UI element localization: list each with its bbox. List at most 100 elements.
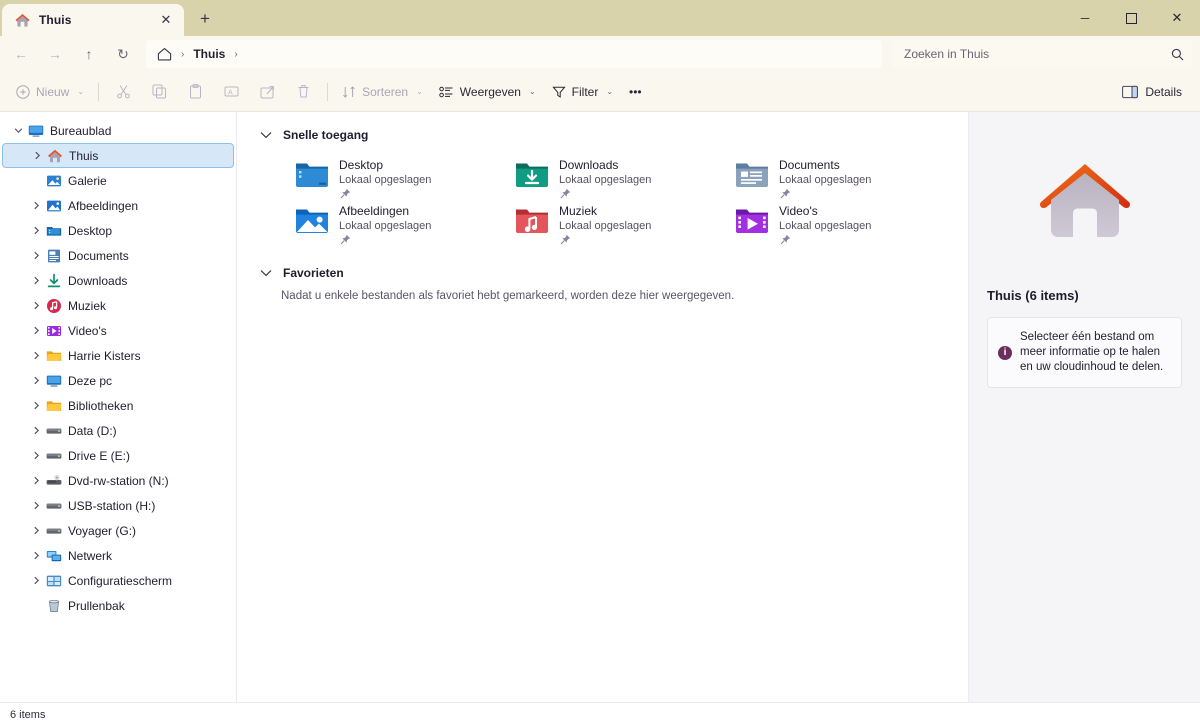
filter-button[interactable]: Filter ⌄	[544, 77, 621, 107]
favorites-header[interactable]: Favorieten	[253, 262, 968, 284]
minimize-button[interactable]: ─	[1062, 0, 1108, 36]
pc-icon	[46, 373, 68, 389]
up-button[interactable]: ↑	[72, 39, 106, 69]
pictures-folder-icon	[295, 205, 329, 235]
quick-access-tile[interactable]: Desktop Lokaal opgeslagen	[291, 152, 511, 199]
sidebar-item-label: Documents	[68, 248, 129, 263]
breadcrumb[interactable]: › Thuis ›	[146, 40, 882, 68]
more-button[interactable]: •••	[621, 77, 650, 107]
sidebar-item-downloads[interactable]: Downloads	[2, 268, 234, 293]
sidebar-item-afbeeldingen[interactable]: Afbeeldingen	[2, 193, 234, 218]
status-bar: 6 items	[0, 702, 1200, 726]
view-button-label: Weergeven	[459, 84, 521, 99]
chevron-right-icon[interactable]	[26, 451, 46, 460]
file-explorer-window: Thuis ✕ + ─ ✕ ← → ↑ ↻ › Thuis › Zoeken i…	[0, 0, 1200, 726]
chevron-right-icon[interactable]	[26, 351, 46, 360]
sidebar-item-label: Data (D:)	[68, 423, 117, 438]
breadcrumb-home-icon[interactable]	[154, 44, 174, 64]
sidebar-item-data-d[interactable]: Data (D:)	[2, 418, 234, 443]
sidebar-item-netwerk[interactable]: Netwerk	[2, 543, 234, 568]
sidebar-item-harrie-kisters[interactable]: Harrie Kisters	[2, 343, 234, 368]
chevron-down-icon: ⌄	[77, 87, 85, 96]
quick-access-grid: Desktop Lokaal opgeslagen Downloads Lokaal …	[253, 152, 968, 245]
share-button[interactable]	[249, 77, 285, 107]
chevron-right-icon[interactable]	[26, 576, 46, 585]
sidebar-item-dvd-rw-station-n[interactable]: Dvd-rw-station (N:)	[2, 468, 234, 493]
quick-access-title: Snelle toegang	[283, 128, 369, 142]
navigation-pane[interactable]: Bureaublad Thuis Galerie Afbeeldingen Deskto…	[0, 112, 237, 702]
sidebar-item-bibliotheken[interactable]: Bibliotheken	[2, 393, 234, 418]
chevron-right-icon[interactable]	[26, 376, 46, 385]
sidebar-item-configuratiescherm[interactable]: Configuratiescherm	[2, 568, 234, 593]
details-pane-label: Details	[1145, 84, 1182, 99]
new-button[interactable]: Nieuw ⌄	[8, 77, 92, 107]
search-box[interactable]: Zoeken in Thuis	[892, 40, 1192, 68]
sort-button[interactable]: Sorteren ⌄	[334, 77, 431, 107]
drive-icon	[46, 498, 68, 514]
paste-button[interactable]	[177, 77, 213, 107]
sidebar-item-documents[interactable]: Documents	[2, 243, 234, 268]
chevron-right-icon[interactable]	[26, 301, 46, 310]
copy-button[interactable]	[141, 77, 177, 107]
sidebar-item-galerie[interactable]: Galerie	[2, 168, 234, 193]
title-bar: Thuis ✕ + ─ ✕	[0, 0, 1200, 36]
chevron-right-icon[interactable]	[26, 526, 46, 535]
tab-thuis[interactable]: Thuis ✕	[2, 4, 184, 36]
chevron-right-icon[interactable]	[26, 326, 46, 335]
details-pane-toggle[interactable]: Details	[1114, 77, 1190, 107]
search-input[interactable]: Zoeken in Thuis	[904, 47, 1171, 61]
close-icon[interactable]: ✕	[154, 8, 178, 32]
chevron-right-icon[interactable]	[26, 501, 46, 510]
details-pane: Thuis (6 items) i Selecteer één bestand …	[968, 112, 1200, 702]
quick-access-header[interactable]: Snelle toegang	[253, 124, 968, 146]
new-tab-button[interactable]: +	[190, 4, 220, 34]
sidebar-item-prullenbak[interactable]: Prullenbak	[2, 593, 234, 618]
chevron-right-icon[interactable]	[26, 251, 46, 260]
sidebar-item-muziek[interactable]: Muziek	[2, 293, 234, 318]
chevron-down-icon[interactable]	[259, 269, 273, 277]
sidebar-item-label: Thuis	[69, 148, 99, 163]
documents-folder-icon	[735, 159, 769, 189]
tile-name: Muziek	[559, 204, 598, 218]
quick-access-tile[interactable]: Video's Lokaal opgeslagen	[731, 198, 951, 245]
chevron-down-icon[interactable]	[8, 126, 28, 135]
close-button[interactable]: ✕	[1154, 0, 1200, 36]
quick-access-tile[interactable]: Documents Lokaal opgeslagen	[731, 152, 951, 199]
quick-access-tile[interactable]: Afbeeldingen Lokaal opgeslagen	[291, 198, 511, 245]
chevron-right-icon[interactable]	[27, 151, 47, 160]
dvd-drive-icon	[46, 473, 68, 489]
chevron-right-icon[interactable]	[26, 401, 46, 410]
sidebar-item-label: Bibliotheken	[68, 398, 134, 413]
chevron-right-icon[interactable]	[26, 426, 46, 435]
sidebar-item-desktop[interactable]: Desktop	[2, 218, 234, 243]
sidebar-item-deze-pc[interactable]: Deze pc	[2, 368, 234, 393]
tile-name: Downloads	[559, 158, 619, 172]
sidebar-item-video-s[interactable]: Video's	[2, 318, 234, 343]
chevron-down-icon[interactable]	[259, 131, 273, 139]
cut-button[interactable]	[105, 77, 141, 107]
tile-subtitle: Lokaal opgeslagen	[339, 220, 432, 232]
breadcrumb-item-thuis[interactable]: Thuis	[191, 47, 227, 61]
back-button[interactable]: ←	[4, 39, 38, 69]
sidebar-item-bureaublad[interactable]: Bureaublad	[2, 118, 234, 143]
chevron-right-icon[interactable]	[26, 476, 46, 485]
sidebar-item-usb-station-h[interactable]: USB-station (H:)	[2, 493, 234, 518]
chevron-right-icon[interactable]	[26, 276, 46, 285]
view-button[interactable]: Weergeven ⌄	[431, 77, 544, 107]
chevron-right-icon[interactable]	[26, 201, 46, 210]
sidebar-item-voyager-g[interactable]: Voyager (G:)	[2, 518, 234, 543]
refresh-button[interactable]: ↻	[106, 39, 140, 69]
sidebar-item-thuis[interactable]: Thuis	[2, 143, 234, 168]
quick-access-tile[interactable]: Downloads Lokaal opgeslagen	[511, 152, 731, 199]
forward-button[interactable]: →	[38, 39, 72, 69]
rename-button[interactable]: A	[213, 77, 249, 107]
breadcrumb-separator-trailing[interactable]: ›	[231, 49, 240, 60]
maximize-button[interactable]	[1108, 0, 1154, 36]
sidebar-item-drive-e-e[interactable]: Drive E (E:)	[2, 443, 234, 468]
quick-access-tile[interactable]: Muziek Lokaal opgeslagen	[511, 198, 731, 245]
content-area: Snelle toegang Desktop Lokaal opgeslagen D…	[237, 112, 968, 702]
chevron-right-icon[interactable]	[26, 226, 46, 235]
window-controls: ─ ✕	[1062, 0, 1200, 36]
chevron-right-icon[interactable]	[26, 551, 46, 560]
delete-button[interactable]	[285, 77, 321, 107]
